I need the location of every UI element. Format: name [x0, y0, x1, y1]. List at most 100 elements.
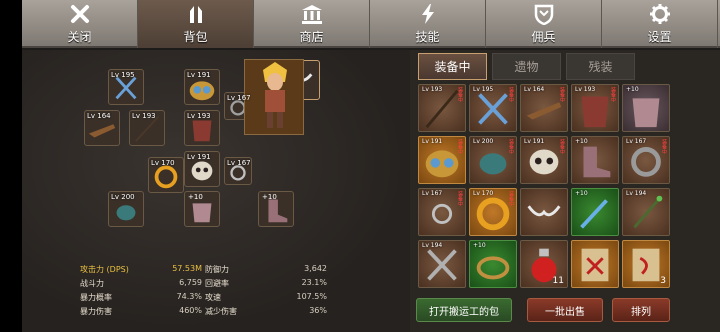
inventory-item[interactable]	[571, 240, 619, 288]
item-level: Lv 193	[575, 86, 596, 93]
equip-slot-boots[interactable]: +10	[258, 191, 294, 227]
inventory-item[interactable]: Lv 191 装备中	[418, 136, 466, 184]
stat-name: 暴力伤害	[80, 306, 112, 316]
item-level: Lv 194	[422, 242, 443, 249]
tab-label: 技能	[415, 30, 440, 44]
inventory-item[interactable]: 11	[520, 240, 568, 288]
slot-level: Lv 164	[87, 112, 111, 120]
equipped-tag: 装备中	[457, 191, 463, 206]
bulk-sell-button[interactable]: 一批出售	[527, 298, 603, 322]
inventory-item[interactable]: Lv 167 装备中	[418, 188, 466, 236]
inventory-item[interactable]: 3	[622, 240, 670, 288]
slot-level: Lv 191	[187, 71, 211, 79]
stat-name: 战斗力	[80, 278, 104, 288]
tab-settings[interactable]: 设置	[602, 0, 718, 48]
item-level: Lv 167	[626, 138, 647, 145]
inventory-item[interactable]: Lv 194	[622, 188, 670, 236]
stat-row: 战斗力 6,759 回避率 23.1%	[80, 276, 330, 290]
equip-slot-spear[interactable]: Lv 193	[129, 110, 165, 146]
hero-avatar-icon	[263, 62, 287, 128]
item-quantity: 3	[660, 276, 666, 286]
equip-slot-weapon[interactable]: Lv 195	[108, 69, 144, 105]
tab-scraps[interactable]: 残装	[566, 53, 635, 80]
equip-slot-rifle[interactable]: Lv 164	[84, 110, 120, 146]
tab-label: 背包	[183, 30, 208, 44]
item-level: +10	[575, 138, 588, 145]
tab-close[interactable]: 关闭	[22, 0, 138, 48]
inventory-item[interactable]: Lv 170 装备中	[469, 188, 517, 236]
equipped-tag: 装备中	[508, 87, 514, 102]
stat-row: 攻击力 (DPS) 57.53M 防御力 3,642	[80, 262, 330, 276]
equipped-tag: 装备中	[610, 87, 616, 102]
stat-name: 防御力	[205, 264, 229, 274]
inventory-item[interactable]: +10	[469, 240, 517, 288]
equipped-tag: 装备中	[508, 139, 514, 154]
item-level: Lv 191	[524, 138, 545, 145]
stat-value: 36%	[309, 305, 327, 315]
item-level: Lv 164	[524, 86, 545, 93]
stat-row: 暴力伤害 460% 减少伤害 36%	[80, 304, 330, 318]
equip-slot-helmet[interactable]: Lv 191	[184, 69, 220, 105]
stats-panel: 攻击力 (DPS) 57.53M 防御力 3,642 战斗力 6,759 回避率 23.…	[80, 262, 330, 318]
item-level: Lv 167	[422, 190, 443, 197]
inventory-item[interactable]: Lv 191 装备中	[520, 136, 568, 184]
stat-name: 攻速	[205, 292, 221, 302]
scroll-red-icon	[581, 248, 609, 282]
inventory-item[interactable]: Lv 194	[418, 240, 466, 288]
equipped-tag: 装备中	[457, 139, 463, 154]
slot-level: Lv 193	[132, 112, 156, 120]
stat-value: 107.5%	[296, 291, 327, 301]
tab-equipped[interactable]: 装备中	[418, 53, 487, 80]
inventory-item[interactable]: Lv 193 装备中	[571, 84, 619, 132]
item-level: Lv 170	[473, 190, 494, 197]
tab-backpack[interactable]: 背包	[138, 0, 254, 48]
tab-skills[interactable]: 技能	[370, 0, 486, 48]
slot-level: Lv 167	[227, 159, 251, 167]
equip-slot-silver-ring[interactable]: Lv 167	[224, 157, 252, 185]
inventory-item[interactable]: Lv 167 装备中	[622, 136, 670, 184]
tab-label: 商店	[299, 30, 324, 44]
inventory-item[interactable]: +10	[571, 188, 619, 236]
stat-row: 暴力概率 74.3% 攻速 107.5%	[80, 290, 330, 304]
tab-shop[interactable]: 商店	[254, 0, 370, 48]
equip-slot-mask[interactable]: Lv 191	[184, 151, 220, 187]
tab-relics[interactable]: 遗物	[492, 53, 561, 80]
equipped-tag: 装备中	[559, 87, 565, 102]
inventory-item[interactable]: Lv 200 装备中	[469, 136, 517, 184]
stat-value: 460%	[179, 305, 202, 315]
inventory-item[interactable]: +10	[571, 136, 619, 184]
open-porter-bag-button[interactable]: 打开搬运工的包	[416, 298, 512, 322]
stat-name: 暴力概率	[80, 292, 112, 302]
inventory-panel: 装备中 遗物 残装 Lv 193 装备中 Lv 195 装备中 Lv 164 装备中 Lv …	[410, 50, 720, 332]
equipped-tag: 装备中	[457, 87, 463, 102]
tab-label: 关闭	[67, 30, 92, 44]
equipped-tag: 装备中	[508, 191, 514, 206]
inventory-item[interactable]: Lv 193 装备中	[418, 84, 466, 132]
slot-level: Lv 170	[151, 159, 175, 167]
stat-value: 57.53M	[172, 263, 202, 273]
inventory-item[interactable]: Lv 195 装备中	[469, 84, 517, 132]
equip-slot-gloves[interactable]: Lv 200	[108, 191, 144, 227]
equip-slot-armor[interactable]: Lv 193	[184, 110, 220, 146]
sort-button[interactable]: 排列	[612, 298, 670, 322]
shop-icon	[299, 3, 325, 25]
close-icon	[67, 3, 93, 25]
stat-value: 3,642	[304, 263, 327, 273]
slot-plus: +10	[188, 193, 203, 201]
equip-slot-pink-armor[interactable]: +10	[184, 191, 220, 227]
tab-mercenary[interactable]: 佣兵	[486, 0, 602, 48]
screen-edge	[0, 0, 22, 332]
inventory-item[interactable]: +10	[622, 84, 670, 132]
item-level: Lv 193	[422, 86, 443, 93]
inventory-item[interactable]: Lv 164 装备中	[520, 84, 568, 132]
item-level: +10	[473, 242, 486, 249]
inventory-grid: Lv 193 装备中 Lv 195 装备中 Lv 164 装备中 Lv 193 装备中 +10 L…	[418, 84, 718, 332]
item-level: Lv 200	[473, 138, 494, 145]
stat-value: 23.1%	[301, 277, 327, 287]
inventory-item[interactable]	[520, 188, 568, 236]
equipped-tag: 装备中	[661, 139, 667, 154]
stat-name: 攻击力 (DPS)	[80, 264, 129, 274]
hero-portrait[interactable]	[244, 59, 304, 135]
slot-level: Lv 167	[227, 94, 251, 102]
equip-slot-gold-ring[interactable]: Lv 170	[148, 157, 184, 193]
